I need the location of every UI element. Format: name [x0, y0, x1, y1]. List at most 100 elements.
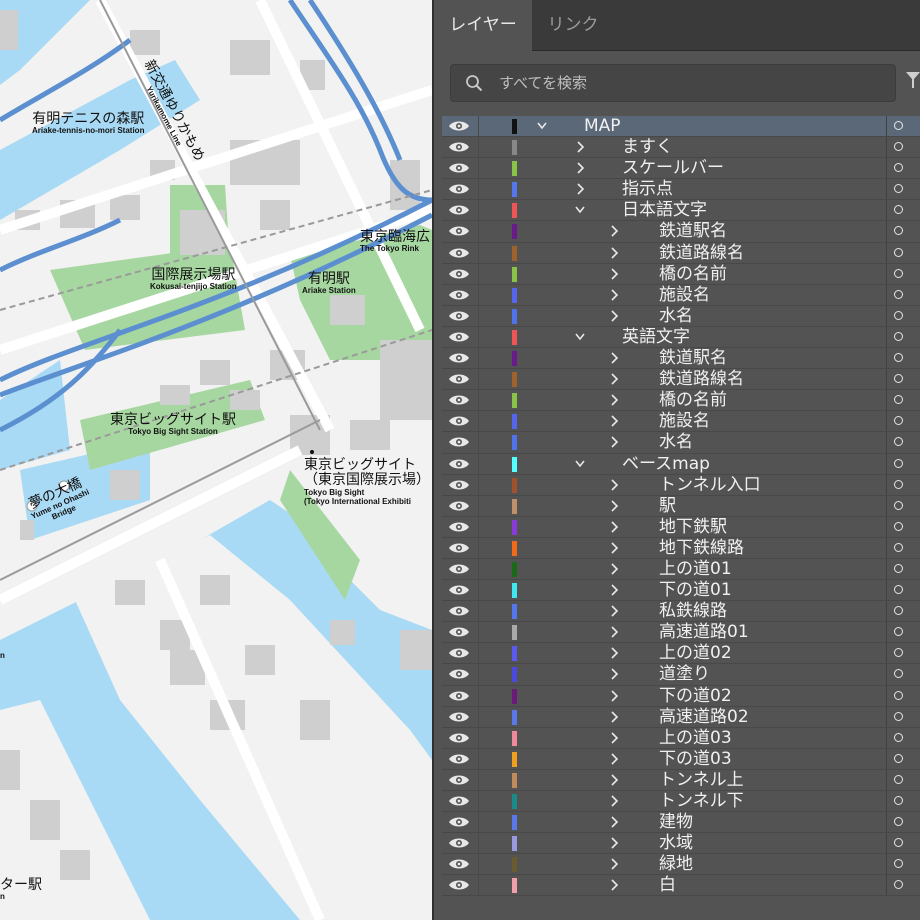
- chevron-right-icon[interactable]: [575, 141, 585, 153]
- target-circle-icon[interactable]: [894, 585, 903, 595]
- target-circle-icon[interactable]: [894, 774, 903, 784]
- eye-icon[interactable]: [448, 479, 470, 491]
- eye-icon[interactable]: [448, 331, 470, 343]
- map-canvas[interactable]: 有明テニスの森駅 Ariake-tennis-no-mori Station 国際…: [0, 0, 432, 920]
- lock-toggle[interactable]: [478, 748, 479, 769]
- eye-icon[interactable]: [448, 711, 470, 723]
- chevron-down-icon[interactable]: [537, 120, 547, 132]
- lock-toggle[interactable]: [478, 326, 479, 348]
- chevron-right-icon[interactable]: [609, 795, 619, 807]
- target-circle-icon[interactable]: [894, 479, 903, 489]
- layer-row[interactable]: ますく: [442, 137, 920, 159]
- chevron-right-icon[interactable]: [609, 584, 619, 596]
- target-circle-icon[interactable]: [894, 416, 903, 426]
- eye-icon[interactable]: [448, 858, 470, 870]
- layer-row[interactable]: 鉄道駅名: [442, 348, 920, 370]
- layer-row[interactable]: 下の道01: [442, 580, 920, 602]
- layer-row[interactable]: 建物: [442, 812, 920, 834]
- target-circle-icon[interactable]: [894, 669, 903, 679]
- chevron-right-icon[interactable]: [609, 837, 619, 849]
- lock-toggle[interactable]: [478, 558, 479, 580]
- layer-row[interactable]: スケールバー: [442, 158, 920, 180]
- chevron-right-icon[interactable]: [609, 563, 619, 575]
- eye-icon[interactable]: [448, 500, 470, 512]
- target-circle-icon[interactable]: [894, 711, 903, 721]
- eye-icon[interactable]: [448, 521, 470, 533]
- chevron-right-icon[interactable]: [609, 711, 619, 723]
- target-circle-icon[interactable]: [894, 563, 903, 573]
- lock-toggle[interactable]: [478, 875, 479, 896]
- tab-links[interactable]: リンク: [532, 0, 614, 50]
- layer-row[interactable]: トンネル上: [442, 769, 920, 791]
- target-circle-icon[interactable]: [894, 163, 903, 173]
- eye-icon[interactable]: [448, 289, 470, 301]
- lock-toggle[interactable]: [478, 833, 479, 854]
- target-circle-icon[interactable]: [894, 838, 903, 848]
- lock-toggle[interactable]: [478, 453, 479, 474]
- target-circle-icon[interactable]: [894, 395, 903, 405]
- lock-toggle[interactable]: [478, 495, 479, 516]
- layer-row[interactable]: 地下鉄線路: [442, 537, 920, 559]
- layer-row[interactable]: 水名: [442, 305, 920, 327]
- lock-toggle[interactable]: [478, 580, 479, 601]
- chevron-right-icon[interactable]: [609, 500, 619, 512]
- chevron-right-icon[interactable]: [609, 626, 619, 638]
- chevron-right-icon[interactable]: [609, 415, 619, 427]
- target-circle-icon[interactable]: [894, 374, 903, 384]
- target-circle-icon[interactable]: [894, 437, 903, 447]
- layer-row[interactable]: ベースmap: [442, 453, 920, 475]
- chevron-right-icon[interactable]: [575, 162, 585, 174]
- eye-icon[interactable]: [448, 183, 470, 195]
- target-circle-icon[interactable]: [894, 458, 903, 468]
- layer-row[interactable]: 水名: [442, 432, 920, 454]
- target-circle-icon[interactable]: [894, 690, 903, 700]
- lock-toggle[interactable]: [478, 116, 479, 137]
- eye-icon[interactable]: [448, 879, 470, 891]
- layer-row[interactable]: 施設名: [442, 284, 920, 306]
- lock-toggle[interactable]: [478, 474, 479, 495]
- eye-icon[interactable]: [448, 141, 470, 153]
- search-input[interactable]: [499, 65, 879, 101]
- eye-icon[interactable]: [448, 225, 470, 237]
- layer-row[interactable]: 水域: [442, 833, 920, 855]
- target-circle-icon[interactable]: [894, 500, 903, 510]
- lock-toggle[interactable]: [478, 516, 479, 537]
- lock-toggle[interactable]: [478, 706, 479, 727]
- eye-icon[interactable]: [448, 563, 470, 575]
- eye-icon[interactable]: [448, 774, 470, 786]
- lock-toggle[interactable]: [478, 263, 479, 284]
- lock-toggle[interactable]: [478, 622, 479, 643]
- target-circle-icon[interactable]: [894, 205, 903, 215]
- layer-row[interactable]: 高速道路01: [442, 622, 920, 644]
- chevron-right-icon[interactable]: [609, 310, 619, 322]
- eye-icon[interactable]: [448, 542, 470, 554]
- lock-toggle[interactable]: [478, 158, 479, 179]
- lock-toggle[interactable]: [478, 390, 479, 411]
- target-circle-icon[interactable]: [894, 606, 903, 616]
- eye-icon[interactable]: [448, 626, 470, 638]
- target-circle-icon[interactable]: [894, 353, 903, 363]
- target-circle-icon[interactable]: [894, 796, 903, 805]
- eye-icon[interactable]: [448, 268, 470, 280]
- lock-toggle[interactable]: [478, 137, 479, 158]
- lock-toggle[interactable]: [478, 305, 479, 326]
- layer-row[interactable]: トンネル入口: [442, 474, 920, 496]
- target-circle-icon[interactable]: [894, 859, 903, 869]
- target-circle-icon[interactable]: [894, 310, 903, 320]
- target-circle-icon[interactable]: [894, 289, 903, 299]
- layer-row[interactable]: 下の道02: [442, 685, 920, 707]
- chevron-right-icon[interactable]: [609, 605, 619, 617]
- lock-toggle[interactable]: [478, 812, 479, 833]
- eye-icon[interactable]: [448, 647, 470, 659]
- search-box[interactable]: [450, 64, 896, 102]
- lock-toggle[interactable]: [478, 769, 479, 790]
- chevron-right-icon[interactable]: [609, 879, 619, 891]
- target-circle-icon[interactable]: [894, 247, 903, 257]
- chevron-down-icon[interactable]: [575, 331, 585, 343]
- eye-icon[interactable]: [448, 816, 470, 828]
- layer-row[interactable]: 私鉄線路: [442, 601, 920, 623]
- layer-row[interactable]: 鉄道路線名: [442, 242, 920, 264]
- eye-icon[interactable]: [448, 120, 470, 132]
- target-circle-icon[interactable]: [894, 817, 903, 827]
- layer-row[interactable]: トンネル下: [442, 791, 920, 813]
